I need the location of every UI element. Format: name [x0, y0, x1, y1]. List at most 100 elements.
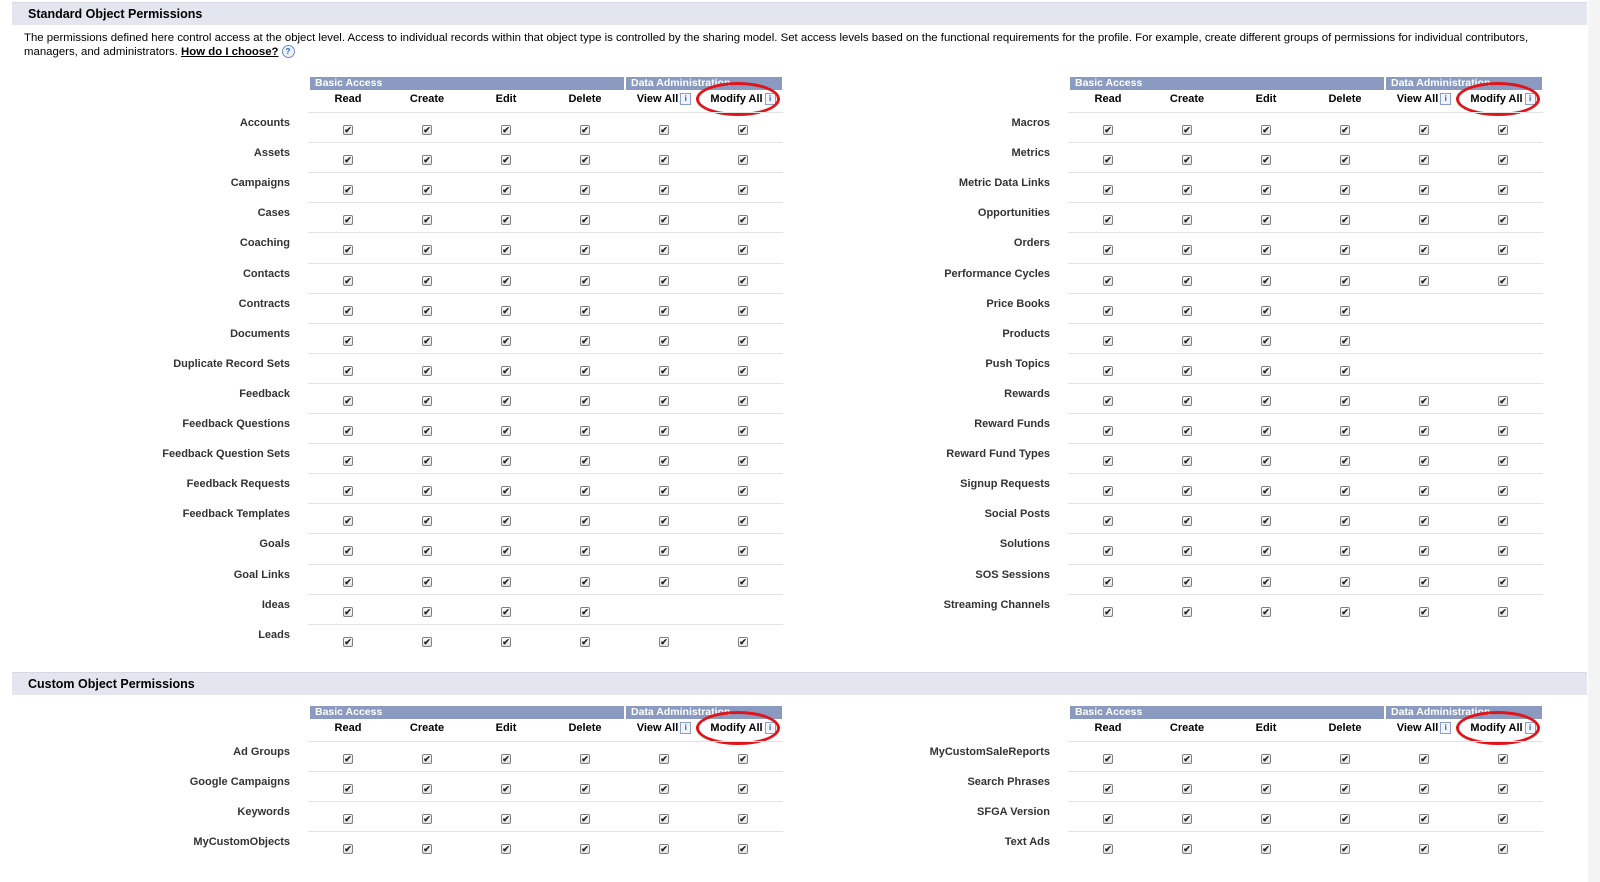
permission-checkbox-read[interactable]: ✔ — [1103, 275, 1113, 286]
permission-checkbox-delete[interactable]: ✔ — [580, 636, 590, 647]
permission-checkbox-create[interactable]: ✔ — [422, 784, 432, 795]
permission-checkbox-delete[interactable]: ✔ — [580, 275, 590, 286]
vertical-scrollbar[interactable] — [1588, 0, 1600, 882]
permission-checkbox-delete[interactable]: ✔ — [1340, 335, 1350, 346]
permission-checkbox-delete[interactable]: ✔ — [580, 456, 590, 467]
permission-checkbox-create[interactable]: ✔ — [422, 844, 432, 855]
permission-checkbox-read[interactable]: ✔ — [343, 576, 353, 587]
permission-checkbox-edit[interactable]: ✔ — [501, 546, 511, 557]
permission-checkbox-delete[interactable]: ✔ — [1340, 395, 1350, 406]
permission-checkbox-read[interactable]: ✔ — [1103, 754, 1113, 764]
permission-checkbox-create[interactable]: ✔ — [422, 395, 432, 406]
permission-checkbox-read[interactable]: ✔ — [343, 185, 353, 196]
permission-checkbox-edit[interactable]: ✔ — [501, 486, 511, 497]
permission-checkbox-edit[interactable]: ✔ — [501, 576, 511, 587]
permission-checkbox-modify-all[interactable]: ✔ — [738, 784, 748, 795]
permission-checkbox-read[interactable]: ✔ — [343, 636, 353, 647]
permission-checkbox-edit[interactable]: ✔ — [501, 516, 511, 527]
permission-checkbox-read[interactable]: ✔ — [343, 125, 353, 135]
permission-checkbox-create[interactable]: ✔ — [422, 365, 432, 376]
permission-checkbox-modify-all[interactable]: ✔ — [1498, 814, 1508, 825]
permission-checkbox-delete[interactable]: ✔ — [580, 335, 590, 346]
permission-checkbox-delete[interactable]: ✔ — [1340, 245, 1350, 256]
permission-checkbox-create[interactable]: ✔ — [422, 335, 432, 346]
permission-checkbox-create[interactable]: ✔ — [1182, 814, 1192, 825]
permission-checkbox-view-all[interactable]: ✔ — [1419, 844, 1429, 855]
permission-checkbox-view-all[interactable]: ✔ — [659, 754, 669, 764]
permission-checkbox-modify-all[interactable]: ✔ — [1498, 754, 1508, 764]
permission-checkbox-view-all[interactable]: ✔ — [659, 365, 669, 376]
permission-checkbox-view-all[interactable]: ✔ — [659, 844, 669, 855]
permission-checkbox-delete[interactable]: ✔ — [1340, 576, 1350, 587]
permission-checkbox-edit[interactable]: ✔ — [501, 125, 511, 135]
permission-checkbox-delete[interactable]: ✔ — [580, 516, 590, 527]
permission-checkbox-delete[interactable]: ✔ — [1340, 155, 1350, 166]
info-icon[interactable]: i — [1440, 722, 1452, 734]
permission-checkbox-create[interactable]: ✔ — [422, 814, 432, 825]
help-icon[interactable]: ? — [281, 45, 295, 59]
permission-checkbox-delete[interactable]: ✔ — [1340, 516, 1350, 527]
permission-checkbox-view-all[interactable]: ✔ — [659, 335, 669, 346]
permission-checkbox-read[interactable]: ✔ — [343, 245, 353, 256]
permission-checkbox-view-all[interactable]: ✔ — [659, 155, 669, 166]
permission-checkbox-read[interactable]: ✔ — [1103, 426, 1113, 436]
permission-checkbox-read[interactable]: ✔ — [1103, 185, 1113, 196]
permission-checkbox-delete[interactable]: ✔ — [580, 185, 590, 196]
permission-checkbox-modify-all[interactable]: ✔ — [1498, 486, 1508, 497]
permission-checkbox-view-all[interactable]: ✔ — [659, 305, 669, 316]
info-icon[interactable]: i — [1524, 93, 1536, 105]
permission-checkbox-delete[interactable]: ✔ — [1340, 814, 1350, 825]
permission-checkbox-edit[interactable]: ✔ — [501, 456, 511, 467]
permission-checkbox-delete[interactable]: ✔ — [1340, 305, 1350, 316]
permission-checkbox-modify-all[interactable]: ✔ — [738, 576, 748, 587]
permission-checkbox-view-all[interactable]: ✔ — [659, 784, 669, 795]
permission-checkbox-read[interactable]: ✔ — [343, 155, 353, 166]
permission-checkbox-edit[interactable]: ✔ — [1261, 814, 1271, 825]
permission-checkbox-create[interactable]: ✔ — [1182, 245, 1192, 256]
permission-checkbox-modify-all[interactable]: ✔ — [738, 305, 748, 316]
permission-checkbox-edit[interactable]: ✔ — [1261, 486, 1271, 497]
permission-checkbox-edit[interactable]: ✔ — [1261, 275, 1271, 286]
permission-checkbox-create[interactable]: ✔ — [1182, 516, 1192, 527]
permission-checkbox-edit[interactable]: ✔ — [1261, 576, 1271, 587]
permission-checkbox-read[interactable]: ✔ — [1103, 576, 1113, 587]
info-icon[interactable]: i — [764, 93, 776, 105]
permission-checkbox-view-all[interactable]: ✔ — [659, 636, 669, 647]
permission-checkbox-create[interactable]: ✔ — [1182, 395, 1192, 406]
permission-checkbox-edit[interactable]: ✔ — [1261, 305, 1271, 316]
permission-checkbox-read[interactable]: ✔ — [343, 486, 353, 497]
permission-checkbox-create[interactable]: ✔ — [422, 305, 432, 316]
permission-checkbox-create[interactable]: ✔ — [422, 155, 432, 166]
permission-checkbox-modify-all[interactable]: ✔ — [738, 636, 748, 647]
permission-checkbox-edit[interactable]: ✔ — [501, 814, 511, 825]
permission-checkbox-view-all[interactable]: ✔ — [1419, 606, 1429, 617]
permission-checkbox-create[interactable]: ✔ — [422, 215, 432, 226]
permission-checkbox-edit[interactable]: ✔ — [1261, 395, 1271, 406]
permission-checkbox-edit[interactable]: ✔ — [501, 245, 511, 256]
permission-checkbox-delete[interactable]: ✔ — [1340, 844, 1350, 855]
permission-checkbox-edit[interactable]: ✔ — [501, 606, 511, 617]
permission-checkbox-create[interactable]: ✔ — [422, 456, 432, 467]
permission-checkbox-modify-all[interactable]: ✔ — [1498, 275, 1508, 286]
permission-checkbox-read[interactable]: ✔ — [343, 215, 353, 226]
permission-checkbox-modify-all[interactable]: ✔ — [738, 215, 748, 226]
permission-checkbox-modify-all[interactable]: ✔ — [1498, 606, 1508, 617]
permission-checkbox-create[interactable]: ✔ — [422, 606, 432, 617]
permission-checkbox-delete[interactable]: ✔ — [1340, 456, 1350, 467]
permission-checkbox-edit[interactable]: ✔ — [501, 185, 511, 196]
permission-checkbox-read[interactable]: ✔ — [1103, 606, 1113, 617]
permission-checkbox-create[interactable]: ✔ — [422, 754, 432, 764]
permission-checkbox-edit[interactable]: ✔ — [1261, 606, 1271, 617]
info-icon[interactable]: i — [1524, 722, 1536, 734]
permission-checkbox-create[interactable]: ✔ — [422, 516, 432, 527]
permission-checkbox-view-all[interactable]: ✔ — [1419, 516, 1429, 527]
permission-checkbox-read[interactable]: ✔ — [343, 784, 353, 795]
permission-checkbox-modify-all[interactable]: ✔ — [1498, 456, 1508, 467]
how-do-i-choose-link[interactable]: How do I choose? — [181, 46, 278, 58]
permission-checkbox-view-all[interactable]: ✔ — [659, 275, 669, 286]
permission-checkbox-delete[interactable]: ✔ — [580, 784, 590, 795]
permission-checkbox-modify-all[interactable]: ✔ — [1498, 576, 1508, 587]
info-icon[interactable]: i — [1440, 93, 1452, 105]
permission-checkbox-view-all[interactable]: ✔ — [659, 456, 669, 467]
permission-checkbox-create[interactable]: ✔ — [1182, 784, 1192, 795]
